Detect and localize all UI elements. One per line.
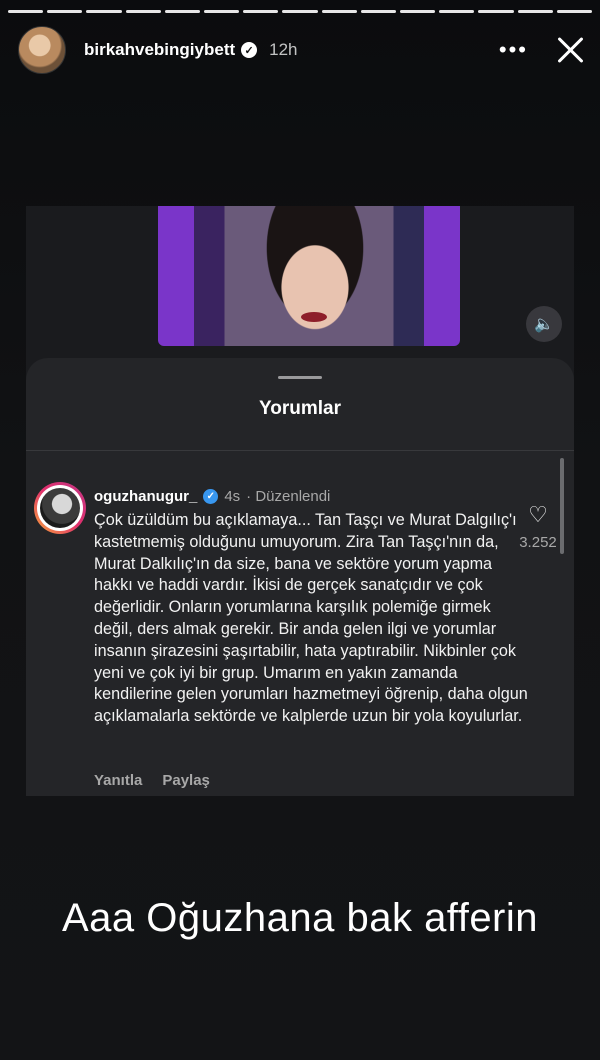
comment-header: oguzhanugur_ ✓ 4s · Düzenlendi bbox=[94, 488, 330, 505]
progress-segment bbox=[517, 10, 553, 13]
story-caption: Aaa Oğuzhana bak afferin bbox=[61, 896, 539, 940]
comment-edited: · Düzenlendi bbox=[246, 488, 331, 505]
comment-text: Çok üzüldüm bu açıklamaya... Tan Taşçı v… bbox=[94, 511, 528, 726]
progress-segment bbox=[478, 10, 514, 13]
progress-segment bbox=[125, 10, 161, 13]
progress-segment bbox=[8, 10, 44, 13]
progress-segment bbox=[243, 10, 279, 13]
sheet-title: Yorumlar bbox=[258, 398, 341, 419]
commenter-avatar[interactable] bbox=[34, 482, 86, 534]
share-button[interactable]: Paylaş bbox=[162, 772, 210, 789]
speaker-icon[interactable]: 🔈 bbox=[526, 306, 562, 342]
progress-segment bbox=[282, 10, 318, 13]
progress-segment bbox=[556, 10, 593, 13]
comments-sheet: Yorumlar oguzhanugur_ ✓ 4s · Düzenlendi … bbox=[26, 358, 574, 796]
progress-segment bbox=[47, 10, 83, 13]
verified-badge-icon: ✓ bbox=[241, 42, 258, 58]
progress-segment bbox=[86, 10, 122, 13]
progress-segment bbox=[400, 10, 436, 13]
verified-badge-icon: ✓ bbox=[203, 489, 219, 504]
like-count: 3.252 bbox=[519, 534, 557, 551]
progress-segment bbox=[439, 10, 475, 13]
video-thumbnail[interactable] bbox=[158, 206, 460, 346]
progress-segment bbox=[164, 10, 201, 13]
avatar[interactable] bbox=[18, 26, 66, 74]
reply-button[interactable]: Yanıtla bbox=[94, 772, 142, 789]
progress-segment bbox=[204, 10, 240, 13]
close-icon[interactable] bbox=[554, 34, 586, 66]
more-icon[interactable]: ••• bbox=[499, 39, 528, 61]
divider bbox=[26, 450, 574, 451]
story-header: birkahvebingiybett ✓ 12h ••• bbox=[18, 26, 586, 74]
shared-post: 🔈 Yorumlar oguzhanugur_ ✓ 4s · Düzenlend… bbox=[26, 206, 574, 796]
sheet-handle[interactable] bbox=[278, 376, 322, 379]
story-username[interactable]: birkahvebingiybett bbox=[84, 40, 235, 60]
progress-segment bbox=[360, 10, 397, 13]
story-viewer: birkahvebingiybett ✓ 12h ••• 🔈 Yorumlar … bbox=[0, 0, 600, 1060]
progress-segment bbox=[321, 10, 357, 13]
story-time: 12h bbox=[269, 40, 298, 59]
story-progress bbox=[8, 10, 593, 13]
comment-time: 4s bbox=[224, 488, 241, 505]
heart-icon[interactable]: ♡ bbox=[508, 504, 568, 526]
commenter-username[interactable]: oguzhanugur_ bbox=[94, 488, 197, 505]
comment-actions: Yanıtla Paylaş bbox=[94, 772, 210, 789]
like-area: ♡ 3.252 bbox=[508, 504, 568, 552]
